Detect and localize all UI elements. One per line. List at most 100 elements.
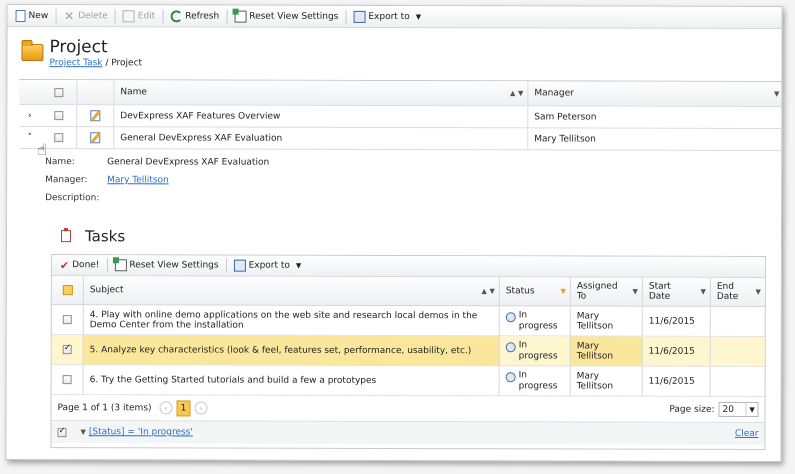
chevron-right-icon: › <box>27 110 32 121</box>
filter-icon[interactable]: ▼ <box>632 287 637 297</box>
filter-icon: ▼ <box>80 428 86 437</box>
filter-icon[interactable]: ▼ <box>489 286 494 296</box>
grid-header-row: Name ▲ ▼ Manager ▼ <box>19 80 783 108</box>
toolbar-separator <box>345 9 347 24</box>
table-row[interactable]: › DevExpress XAF Features Overview Sam P… <box>19 105 783 130</box>
column-header-manager[interactable]: Manager ▼ <box>528 81 782 106</box>
filter-icon[interactable]: ▼ <box>755 287 760 297</box>
reset-view-icon <box>114 259 127 272</box>
column-header-assigned-to[interactable]: Assigned To ▼ <box>570 277 643 306</box>
filter-bar: ▼ [Status] = 'In progress' Clear <box>51 421 765 445</box>
table-row[interactable]: 5. Analyze key characteristics (look & f… <box>51 335 765 367</box>
row-checkbox[interactable] <box>53 111 63 121</box>
export-icon <box>233 259 246 272</box>
tasks-toolbar: ✔ Done! Reset View Settings Export to ▼ <box>51 255 765 278</box>
column-header-status[interactable]: Status ▼ <box>499 277 571 306</box>
select-all-checkbox[interactable] <box>62 285 73 296</box>
cell-assigned-to: Mary Tellitson <box>570 306 643 336</box>
select-all-checkbox[interactable] <box>53 87 63 97</box>
main-toolbar: New ✕ Delete Edit Refresh Reset View Set… <box>7 4 782 30</box>
detail-panel: Name: General DevExpress XAF Evaluation … <box>44 153 782 462</box>
tasks-reset-view-settings-button[interactable]: Reset View Settings <box>110 256 222 274</box>
filter-enable-checkbox[interactable] <box>57 427 67 437</box>
pager-current-page[interactable]: 1 <box>176 399 191 416</box>
cell-start-date: 11/6/2015 <box>642 336 711 366</box>
edit-button[interactable]: Edit <box>119 7 159 25</box>
cell-assigned-to: Mary Tellitson <box>570 336 643 366</box>
pager: Page 1 of 1 (3 items) ‹ 1 › Page size: 2… <box>51 395 765 423</box>
checkmark-icon: ✔ <box>59 258 70 272</box>
table-row[interactable]: 4. Play with online demo applications on… <box>51 305 765 337</box>
toolbar-separator <box>114 8 116 23</box>
chevron-down-icon: ▼ <box>415 12 422 21</box>
detail-manager-link[interactable]: Mary Tellitson <box>107 175 169 185</box>
row-checkbox[interactable] <box>62 375 72 385</box>
project-grid: Name ▲ ▼ Manager ▼ › DevExpress XAF Feat… <box>19 79 783 152</box>
toolbar-separator <box>226 9 228 24</box>
tasks-export-to-button[interactable]: Export to ▼ <box>230 257 306 275</box>
row-checkbox[interactable] <box>62 345 72 355</box>
pager-summary: Page 1 of 1 (3 items) <box>57 402 152 413</box>
breadcrumb-link-project-task[interactable]: Project Task <box>49 58 102 68</box>
export-to-button[interactable]: Export to ▼ <box>349 7 425 25</box>
column-header-subject[interactable]: Subject ▲ ▼ <box>83 276 500 306</box>
table-row[interactable]: ˅ General DevExpress XAF Evaluation Mary… <box>19 127 783 152</box>
detail-name-row: Name: General DevExpress XAF Evaluation <box>45 157 270 168</box>
reset-view-icon <box>234 10 247 23</box>
cell-manager: Mary Tellitson <box>534 133 596 145</box>
done-button[interactable]: ✔ Done! <box>56 256 104 274</box>
chevron-down-icon: ▼ <box>295 261 302 270</box>
detail-manager-row: Manager: Mary Tellitson <box>45 175 169 186</box>
cell-subject: 4. Play with online demo applications on… <box>83 305 500 336</box>
breadcrumb: Project Task / Project <box>49 58 143 69</box>
clear-filter-link[interactable]: Clear <box>735 429 759 439</box>
filter-icon[interactable]: ▼ <box>774 90 779 98</box>
column-header-start-date[interactable]: Start Date ▼ <box>642 277 711 306</box>
tasks-grid: ✔ Done! Reset View Settings Export to ▼ <box>50 254 766 450</box>
toolbar-separator <box>55 8 57 23</box>
folder-icon <box>21 44 44 62</box>
row-checkbox[interactable] <box>62 315 72 325</box>
filter-active-icon[interactable]: ▼ <box>560 286 565 296</box>
toolbar-separator <box>162 8 164 23</box>
sort-ascending-icon: ▲ <box>509 89 516 98</box>
page-size-control: Page size: 20 ▼ <box>669 401 759 417</box>
edit-row-icon[interactable] <box>90 132 101 144</box>
clock-icon <box>505 372 516 383</box>
tasks-section-title: Tasks <box>60 227 125 245</box>
column-header-name[interactable]: Name ▲ ▼ <box>114 80 529 106</box>
new-button[interactable]: New <box>12 6 53 24</box>
column-header-end-date[interactable]: End Date ▼ <box>711 278 765 306</box>
clock-icon <box>505 342 516 353</box>
cell-end-date <box>711 367 765 396</box>
pager-prev-button[interactable]: ‹ <box>159 401 173 415</box>
cell-start-date: 11/6/2015 <box>642 306 711 336</box>
filter-icon[interactable]: ▼ <box>700 287 705 297</box>
cell-status: In progress <box>518 309 558 331</box>
cell-end-date <box>711 307 765 336</box>
page-title: Project <box>49 37 108 58</box>
filter-expression-link[interactable]: [Status] = 'In progress' <box>89 427 193 437</box>
cell-status: In progress <box>518 339 558 361</box>
chevron-down-icon: ▼ <box>745 402 758 416</box>
expand-row-button[interactable]: › <box>19 105 40 126</box>
cell-manager: Sam Peterson <box>534 111 597 123</box>
table-row[interactable]: 6. Try the Getting Started tutorials and… <box>51 365 765 397</box>
edit-row-icon[interactable] <box>90 110 101 122</box>
edit-icon <box>122 9 135 22</box>
new-document-icon <box>15 9 26 22</box>
cell-start-date: 11/6/2015 <box>642 366 711 396</box>
reset-view-settings-button[interactable]: Reset View Settings <box>230 7 342 25</box>
row-checkbox[interactable] <box>53 133 63 143</box>
page-size-select[interactable]: 20 ▼ <box>718 401 759 417</box>
clock-icon <box>505 312 516 323</box>
cell-status: In progress <box>518 369 558 391</box>
pager-next-button[interactable]: › <box>194 401 208 415</box>
filter-icon[interactable]: ▼ <box>518 89 523 97</box>
delete-x-icon: ✕ <box>64 8 75 23</box>
refresh-button[interactable]: Refresh <box>166 7 223 25</box>
cell-subject: 6. Try the Getting Started tutorials and… <box>83 365 500 396</box>
delete-button[interactable]: ✕ Delete <box>59 7 112 25</box>
page-header: Project Project Task / Project <box>21 37 142 68</box>
toolbar-separator <box>106 258 108 273</box>
